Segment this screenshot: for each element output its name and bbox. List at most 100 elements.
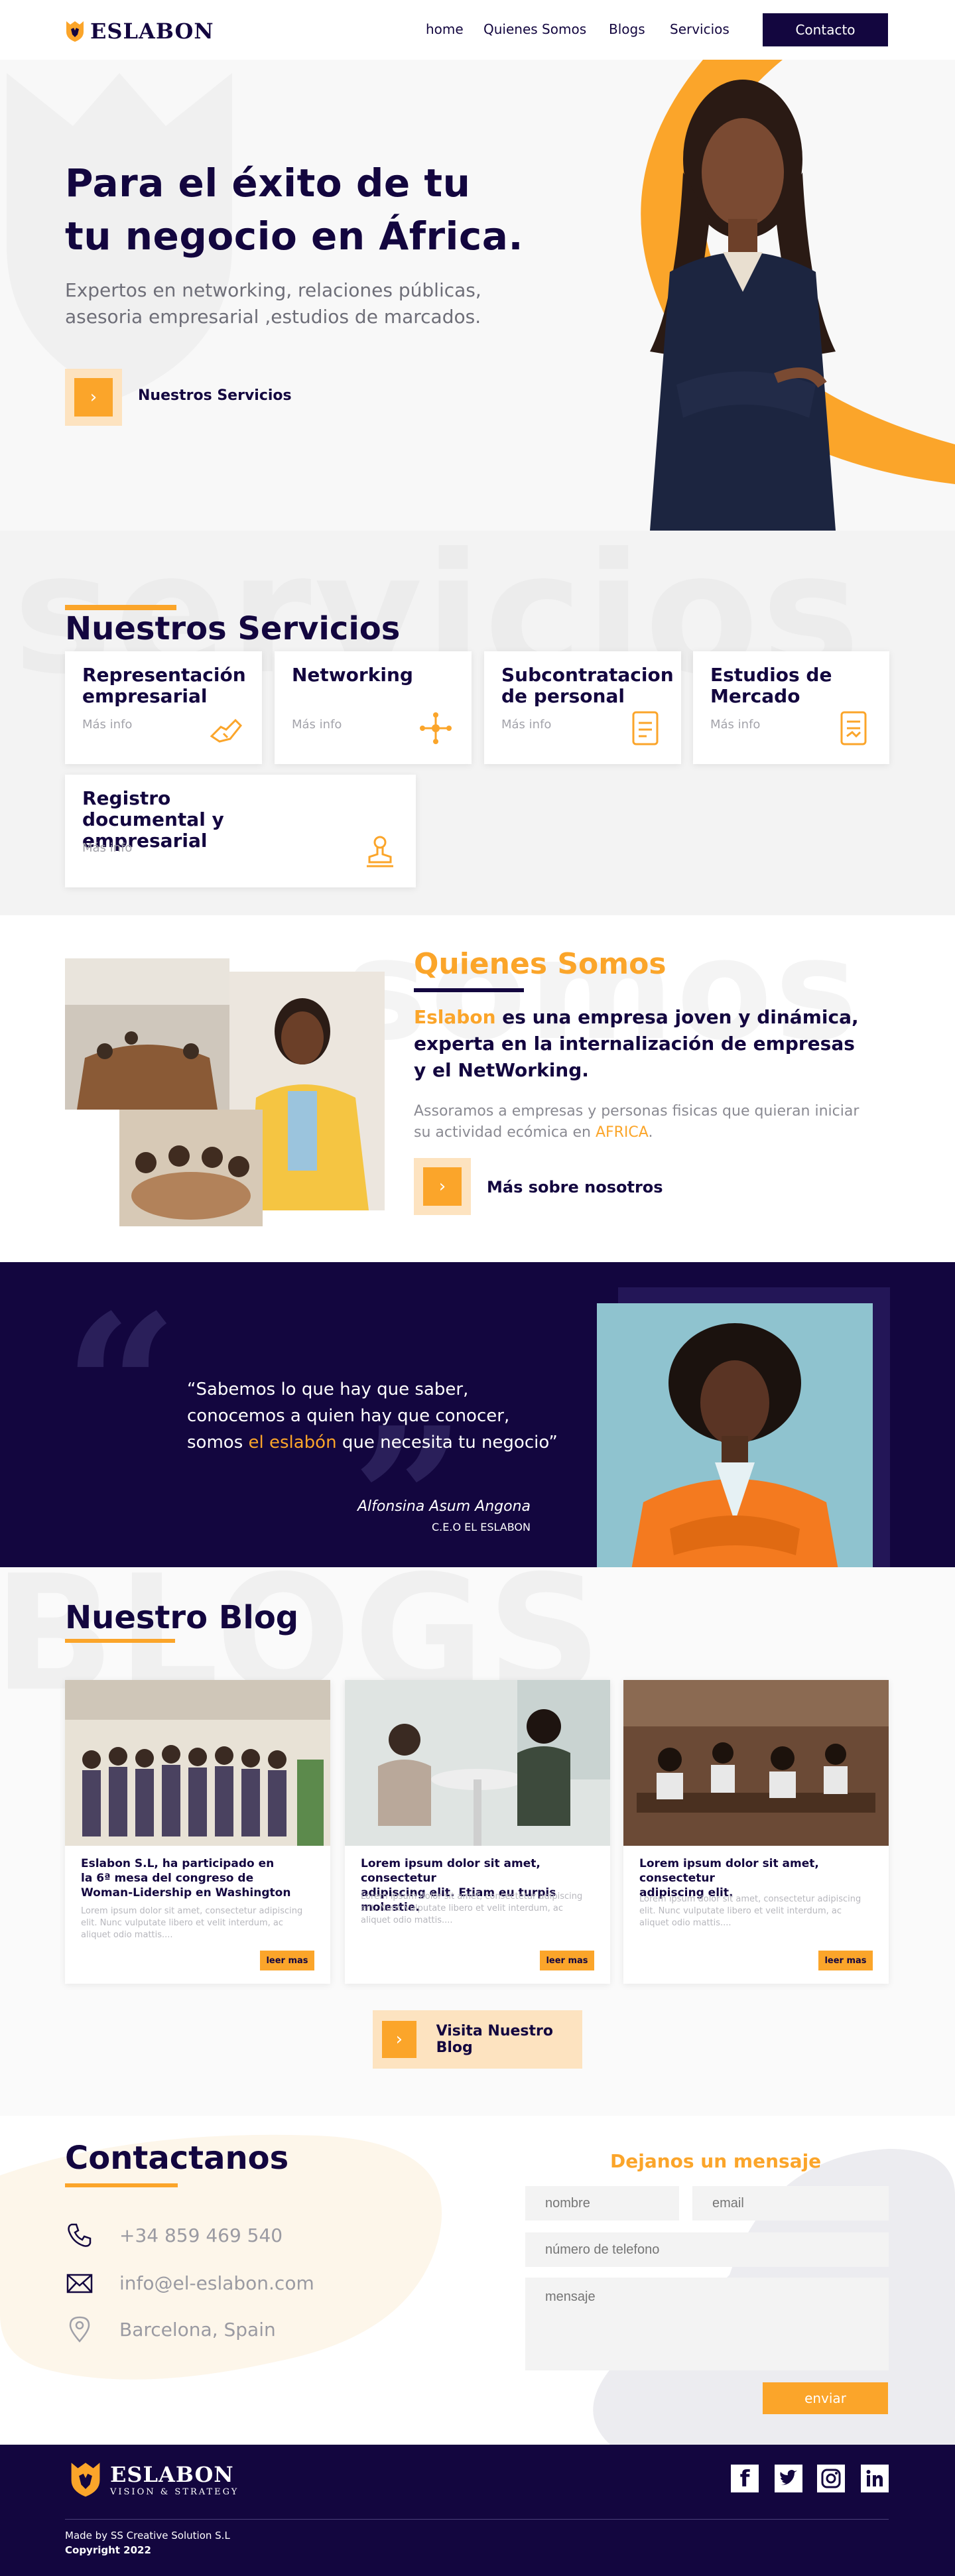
twitter-icon[interactable] (775, 2465, 802, 2492)
about-cta-label[interactable]: Más sobre nosotros (487, 1178, 663, 1196)
blog-card[interactable]: Lorem ipsum dolor sit amet, consectetur … (345, 1680, 610, 1984)
service-card-more[interactable]: Más info (82, 718, 132, 732)
lion-crest-icon (71, 2463, 100, 2497)
hero-title-line2: tu negocio en África. (65, 214, 523, 259)
blog-title-line: la 6ª mesa del congreso de (81, 1872, 254, 1885)
about-body: Assoramos a empresas y personas fisicas … (414, 1101, 878, 1143)
contact-title-bar (65, 2183, 178, 2187)
hero-title-line1: Para el éxito de tu (65, 161, 471, 206)
submit-button[interactable]: enviar (763, 2382, 888, 2414)
blog-title: Nuestro Blog (65, 1599, 299, 1636)
form-title: Dejanos un mensaje (610, 2150, 822, 2172)
blog-image-classroom (623, 1680, 889, 1846)
phone-icon (68, 2223, 92, 2247)
contact-phone[interactable]: +34 859 469 540 (65, 2221, 283, 2250)
service-card-title: Estudios de Mercado (710, 664, 832, 707)
service-card-more[interactable]: Más info (292, 718, 342, 732)
blog-image-meeting (345, 1680, 610, 1846)
site-footer: ESLABON VISION & STRATEGY f Made by SS C… (0, 2445, 955, 2576)
visit-blog-button[interactable]: › Visita Nuestro Blog (373, 2010, 582, 2069)
blog-card-excerpt: Lorem ipsum dolor sit amet, consectetur … (361, 1892, 583, 1925)
chevron-right-icon: › (423, 1167, 462, 1206)
blog-card[interactable]: Lorem ipsum dolor sit amet, consectetur … (623, 1680, 889, 1984)
nav-blogs[interactable]: Blogs (609, 21, 645, 37)
service-card-title: Subcontratacion de personal (501, 664, 674, 707)
nav-servicios[interactable]: Servicios (670, 21, 730, 37)
testimonial-section: “ ” “Sabemos lo que hay que saber, conoc… (0, 1262, 955, 1567)
read-more-button[interactable]: leer mas (818, 1951, 873, 1970)
linkedin-icon[interactable] (861, 2465, 889, 2492)
contact-title: Contactanos (65, 2140, 289, 2177)
blog-section: BLOGS Nuestro Blog Eslabon S.L, ha parti… (0, 1567, 955, 2116)
footer-made-by: Made by SS Creative Solution S.L (65, 2530, 230, 2542)
about-cta-button[interactable]: › (414, 1158, 471, 1215)
team-meeting-photo (119, 1110, 263, 1226)
quote-line2: conocemos a quien hay que conocer, (187, 1406, 510, 1426)
service-card-more[interactable]: Más info (501, 718, 551, 732)
about-title-bar (414, 988, 524, 992)
open-quote-icon: “ (64, 1271, 178, 1505)
chevron-right-icon: › (382, 2021, 416, 2058)
blog-card-excerpt: Lorem ipsum dolor sit amet, consectetur … (639, 1894, 861, 1928)
meeting-room-photo (65, 958, 229, 1110)
footer-logo[interactable]: ESLABON VISION & STRATEGY (69, 2461, 239, 2498)
about-headline-line2: experta en la internalización de empresa… (414, 1033, 855, 1055)
service-card-subcontratacion[interactable]: Subcontratacion de personal Más info (484, 651, 681, 764)
footer-divider (65, 2519, 889, 2520)
footer-logo-text: ESLABON (110, 2461, 234, 2487)
email-input[interactable] (692, 2186, 889, 2221)
blog-image-group (65, 1680, 330, 1846)
nav-quienes-somos[interactable]: Quienes Somos (483, 21, 586, 37)
about-body-end: . (648, 1124, 653, 1141)
service-card-networking[interactable]: Networking Más info (275, 651, 472, 764)
quote-author: Alfonsina Asum Angona (357, 1498, 531, 1515)
lion-crest-icon (66, 21, 84, 42)
services-section: servicios Nuestros Servicios Representac… (0, 531, 955, 915)
hero-subtitle: Expertos en networking, relaciones públi… (65, 279, 481, 328)
chevron-right-icon: › (74, 378, 113, 417)
blog-card[interactable]: Eslabon S.L, ha participado en la 6ª mes… (65, 1680, 330, 1984)
blog-title-line: Lorem ipsum dolor sit amet, consectetur (639, 1857, 819, 1885)
site-logo[interactable]: ESLABON (65, 19, 214, 44)
blog-title-line: Woman-Lidership en Washington (81, 1886, 291, 1900)
service-card-more[interactable]: Más info (710, 718, 760, 732)
hero-cta-label[interactable]: Nuestros Servicios (138, 387, 292, 404)
footer-tagline: VISION & STRATEGY (110, 2486, 239, 2497)
blog-title-line: Lorem ipsum dolor sit amet, consectetur (361, 1857, 541, 1885)
services-title-bar (65, 605, 176, 610)
read-more-button[interactable]: leer mas (260, 1951, 314, 1970)
visit-blog-label: Visita Nuestro Blog (436, 2023, 554, 2056)
about-body-highlight: AFRICA (595, 1124, 649, 1141)
service-card-representacion[interactable]: Representación empresarial Más info (65, 651, 262, 764)
message-textarea[interactable] (525, 2278, 889, 2370)
nav-home[interactable]: home (426, 21, 464, 37)
instagram-icon[interactable] (817, 2465, 845, 2492)
service-card-title: Representación empresarial (82, 664, 246, 707)
handshake-icon (210, 718, 243, 743)
footer-logo-text-group: ESLABON VISION & STRATEGY (110, 2462, 239, 2497)
blog-title-line: Eslabon S.L, ha participado en (81, 1857, 275, 1870)
about-headline-rest: es una empresa joven y dinámica, (495, 1006, 859, 1028)
contact-location: Barcelona, Spain (65, 2315, 276, 2344)
contact-button[interactable]: Contacto (763, 13, 888, 46)
service-card-estudios[interactable]: Estudios de Mercado Más info (693, 651, 889, 764)
quote-text: “Sabemos lo que hay que saber, conocemos… (187, 1376, 572, 1456)
about-headline-brand: Eslabon (414, 1006, 496, 1028)
name-input[interactable] (525, 2186, 679, 2221)
location-pin-icon (69, 2316, 90, 2343)
service-card-more[interactable]: Más info (82, 841, 132, 855)
blog-title-bar (65, 1639, 175, 1643)
services-title: Nuestros Servicios (65, 610, 401, 647)
hero-section: Para el éxito de tu tu negocio en África… (0, 60, 955, 531)
facebook-icon[interactable]: f (731, 2465, 759, 2492)
about-section: somos Quienes Somos Eslabon es una empre… (0, 915, 955, 1262)
quote-role: C.E.O EL ESLABON (432, 1521, 531, 1533)
phone-input[interactable] (525, 2232, 889, 2267)
footer-copyright: Copyright 2022 (65, 2544, 151, 2556)
ceo-portrait (597, 1303, 873, 1567)
read-more-button[interactable]: leer mas (540, 1951, 594, 1970)
service-card-title: Networking (292, 664, 413, 686)
hero-cta-button[interactable]: › (65, 369, 122, 426)
contact-email[interactable]: info@el-eslabon.com (65, 2268, 314, 2297)
service-card-registro[interactable]: Registro documental y empresarial Más in… (65, 775, 416, 887)
